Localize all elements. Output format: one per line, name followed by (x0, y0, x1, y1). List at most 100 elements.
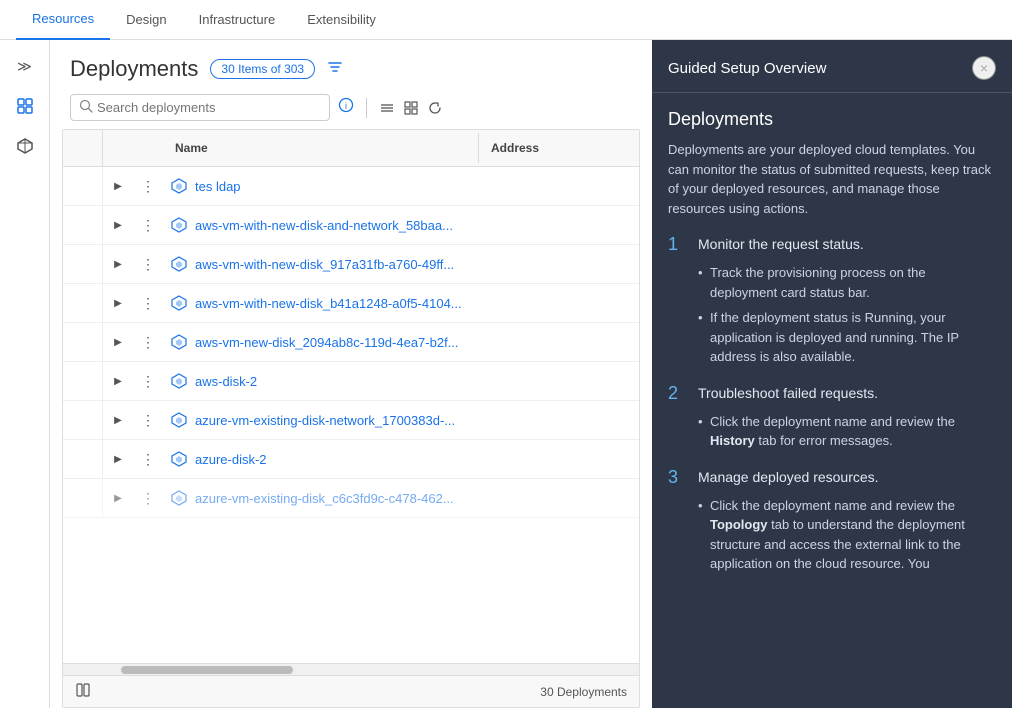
tab-design[interactable]: Design (110, 0, 182, 40)
step-2-bullets: Click the deployment name and review the… (668, 412, 996, 451)
row-checkbox[interactable] (63, 401, 103, 439)
deployment-name[interactable]: aws-vm-with-new-disk-and-network_58baa..… (195, 218, 453, 233)
row-name-cell: aws-vm-with-new-disk-and-network_58baa..… (163, 213, 479, 237)
row-name-cell: aws-vm-with-new-disk_b41a1248-a0f5-4104.… (163, 291, 479, 315)
row-address-cell (479, 299, 639, 307)
row-address-cell (479, 182, 639, 190)
row-menu-button[interactable]: ⋮ (133, 295, 163, 312)
table-row: ▶ ⋮ aws-vm-with-new-disk_917a31fb-a760-4… (63, 245, 639, 284)
svg-text:i: i (345, 101, 347, 111)
panel-header: Guided Setup Overview × (652, 40, 1012, 93)
search-input[interactable] (97, 100, 321, 115)
toolbar-icons (379, 100, 443, 116)
step-1-bullet-2: If the deployment status is Running, you… (698, 308, 996, 367)
row-checkbox[interactable] (63, 440, 103, 478)
step-1-number: 1 (668, 234, 688, 255)
row-expand-button[interactable]: ▶ (103, 454, 133, 465)
deployment-name[interactable]: azure-vm-existing-disk-network_1700383d-… (195, 413, 455, 428)
row-menu-button[interactable]: ⋮ (133, 490, 163, 507)
row-name-cell: aws-disk-2 (163, 369, 479, 393)
deployment-icon (171, 373, 187, 389)
row-expand-button[interactable]: ▶ (103, 181, 133, 192)
filter-icon[interactable] (327, 59, 343, 80)
table-row: ▶ ⋮ aws-vm-with-new-disk_b41a1248-a0f5-4… (63, 284, 639, 323)
row-address-cell (479, 338, 639, 346)
row-checkbox[interactable] (63, 284, 103, 322)
row-expand-button[interactable]: ▶ (103, 376, 133, 387)
row-menu-button[interactable]: ⋮ (133, 217, 163, 234)
row-expand-button[interactable]: ▶ (103, 415, 133, 426)
row-address-cell (479, 455, 639, 463)
page-title: Deployments (70, 56, 198, 82)
list-view-icon[interactable] (379, 100, 395, 116)
step-1: 1 Monitor the request status. Track the … (668, 234, 996, 367)
row-expand-button[interactable]: ▶ (103, 298, 133, 309)
deployment-icon (171, 256, 187, 272)
row-checkbox[interactable] (63, 479, 103, 517)
row-menu-button[interactable]: ⋮ (133, 373, 163, 390)
deployment-name[interactable]: aws-disk-2 (195, 374, 257, 389)
deployment-icon (171, 334, 187, 350)
deployment-icon (171, 295, 187, 311)
row-checkbox[interactable] (63, 206, 103, 244)
row-address-cell (479, 416, 639, 424)
table-row: ▶ ⋮ aws-vm-new-disk_2094ab8c-119d-4ea7-b… (63, 323, 639, 362)
panel-body: Deployments Deployments are your deploye… (652, 93, 1012, 708)
row-address-cell (479, 221, 639, 229)
panel-title: Guided Setup Overview (668, 60, 826, 77)
deployment-name[interactable]: aws-vm-with-new-disk_917a31fb-a760-49ff.… (195, 257, 454, 272)
deployment-name[interactable]: azure-vm-existing-disk_c6c3fd9c-c478-462… (195, 491, 454, 506)
row-menu-button[interactable]: ⋮ (133, 256, 163, 273)
table-row: ▶ ⋮ aws-disk-2 (63, 362, 639, 401)
deployment-name[interactable]: azure-disk-2 (195, 452, 267, 467)
th-checkbox (63, 130, 103, 166)
row-name-cell: aws-vm-new-disk_2094ab8c-119d-4ea7-b2f..… (163, 330, 479, 354)
items-count-badge: 30 Items of 303 (210, 59, 315, 79)
catalog-icon[interactable] (7, 128, 43, 164)
horizontal-scrollbar[interactable] (63, 663, 639, 675)
deployment-icon (171, 451, 187, 467)
deployment-icon (171, 217, 187, 233)
table-row: ▶ ⋮ azure-vm-existing-disk_c6c3fd9c-c478… (63, 479, 639, 518)
row-menu-button[interactable]: ⋮ (133, 412, 163, 429)
row-menu-button[interactable]: ⋮ (133, 451, 163, 468)
table-split-icon[interactable] (75, 682, 91, 701)
tab-extensibility[interactable]: Extensibility (291, 0, 392, 40)
deployment-name[interactable]: tes ldap (195, 179, 241, 194)
deployment-name[interactable]: aws-vm-with-new-disk_b41a1248-a0f5-4104.… (195, 296, 462, 311)
step-1-bullets: Track the provisioning process on the de… (668, 263, 996, 367)
grid-view-icon[interactable] (403, 100, 419, 116)
th-address: Address (479, 133, 639, 163)
row-expand-button[interactable]: ▶ (103, 220, 133, 231)
row-checkbox[interactable] (63, 167, 103, 205)
row-name-cell: aws-vm-with-new-disk_917a31fb-a760-49ff.… (163, 252, 479, 276)
sidebar: ≫ (0, 40, 50, 708)
refresh-icon[interactable] (427, 100, 443, 116)
deployments-header: Deployments 30 Items of 303 (50, 40, 652, 90)
row-menu-button[interactable]: ⋮ (133, 178, 163, 195)
row-expand-button[interactable]: ▶ (103, 259, 133, 270)
row-checkbox[interactable] (63, 323, 103, 361)
info-icon[interactable]: i (338, 97, 354, 118)
search-wrapper[interactable] (70, 94, 330, 121)
search-bar: i (50, 90, 652, 129)
row-expand-button[interactable]: ▶ (103, 493, 133, 504)
deployment-icon (171, 178, 187, 194)
deployment-name[interactable]: aws-vm-new-disk_2094ab8c-119d-4ea7-b2f..… (195, 335, 459, 350)
step-1-bullet-1: Track the provisioning process on the de… (698, 263, 996, 302)
row-menu-button[interactable]: ⋮ (133, 334, 163, 351)
collapse-sidebar-button[interactable]: ≫ (7, 48, 43, 84)
table-row: ▶ ⋮ tes ldap (63, 167, 639, 206)
top-nav: Resources Design Infrastructure Extensib… (0, 0, 1012, 40)
deployment-icon (171, 490, 187, 506)
resources-icon[interactable] (7, 88, 43, 124)
h-scroll-thumb[interactable] (121, 666, 294, 674)
tab-resources[interactable]: Resources (16, 0, 110, 40)
tab-infrastructure[interactable]: Infrastructure (183, 0, 292, 40)
row-name-cell: azure-vm-existing-disk_c6c3fd9c-c478-462… (163, 486, 479, 510)
row-expand-button[interactable]: ▶ (103, 337, 133, 348)
panel-close-button[interactable]: × (972, 56, 996, 80)
row-checkbox[interactable] (63, 362, 103, 400)
table-body: ▶ ⋮ tes ldap ▶ ⋮ aws-vm-with-new-disk- (63, 167, 639, 663)
row-checkbox[interactable] (63, 245, 103, 283)
